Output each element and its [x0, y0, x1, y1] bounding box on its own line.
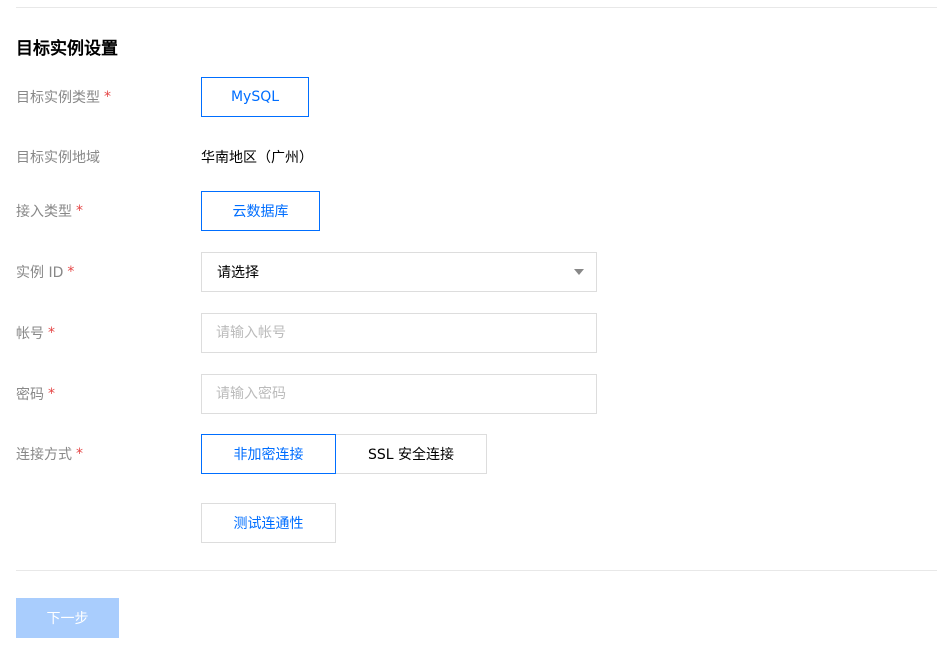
bottom-divider: [16, 570, 937, 571]
required-mark: *: [48, 325, 55, 341]
unencrypted-connection-option[interactable]: 非加密连接: [201, 434, 336, 474]
required-mark: *: [48, 386, 55, 402]
next-step-button[interactable]: 下一步: [16, 598, 119, 638]
form-row-account: 帐号 *: [0, 313, 937, 353]
password-label: 密码 *: [16, 386, 55, 403]
required-mark: *: [104, 89, 111, 105]
instance-id-label: 实例 ID *: [16, 264, 75, 281]
connection-segmented-control: 非加密连接 SSL 安全连接: [201, 434, 487, 474]
form-row-connection: 连接方式 * 非加密连接 SSL 安全连接: [0, 434, 937, 474]
required-mark: *: [76, 203, 83, 219]
instance-id-selected-value: 请选择: [217, 265, 259, 281]
connection-label: 连接方式 *: [16, 446, 83, 463]
instance-id-select[interactable]: 请选择: [201, 252, 597, 292]
access-type-label: 接入类型 *: [16, 203, 83, 220]
account-input[interactable]: [201, 313, 597, 353]
region-value: 华南地区（广州）: [201, 150, 313, 166]
form-row-instance-type: 目标实例类型 * MySQL: [0, 77, 937, 117]
mysql-option-button[interactable]: MySQL: [201, 77, 309, 117]
account-label: 帐号 *: [16, 325, 55, 342]
chevron-down-icon: [574, 269, 584, 275]
form-row-test: 测试连通性: [0, 503, 937, 543]
cloud-database-option-button[interactable]: 云数据库: [201, 191, 320, 231]
required-mark: *: [67, 264, 75, 280]
password-input[interactable]: [201, 374, 597, 414]
form-row-access-type: 接入类型 * 云数据库: [0, 191, 937, 231]
form-row-region: 目标实例地域 华南地区（广州）: [0, 137, 937, 177]
ssl-connection-option[interactable]: SSL 安全连接: [336, 434, 487, 474]
required-mark: *: [76, 446, 83, 462]
form-row-instance-id: 实例 ID * 请选择: [0, 252, 937, 292]
section-title: 目标实例设置: [16, 39, 118, 59]
form-row-password: 密码 *: [0, 374, 937, 414]
top-divider: [16, 7, 937, 8]
region-label: 目标实例地域: [16, 150, 100, 166]
test-connectivity-button[interactable]: 测试连通性: [201, 503, 336, 543]
instance-type-label: 目标实例类型 *: [16, 89, 111, 106]
